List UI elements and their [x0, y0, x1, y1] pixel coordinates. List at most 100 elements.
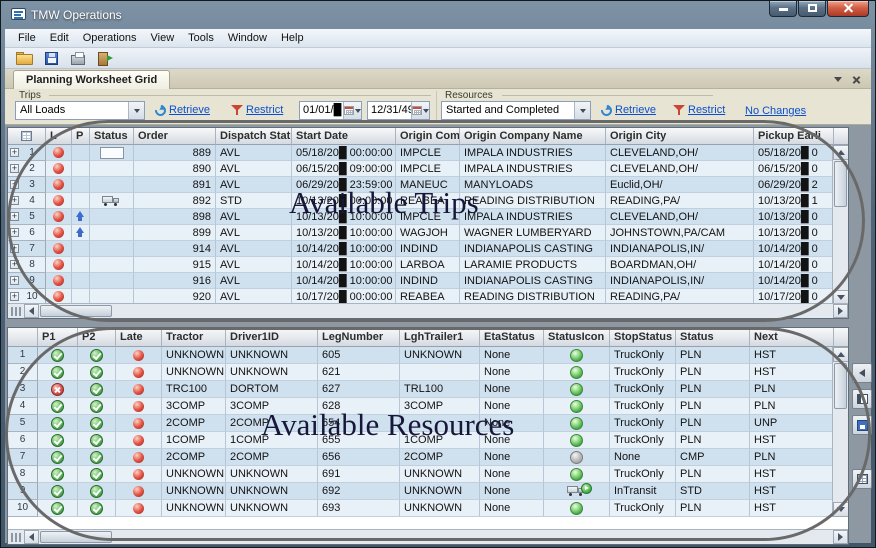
cell-pickup[interactable]: 10/13/20█ 0	[754, 209, 834, 225]
cell-status[interactable]: CMP	[676, 449, 750, 466]
column-header-status[interactable]: Status	[90, 128, 134, 145]
cell-leg[interactable]: 693	[318, 500, 400, 517]
cell-order[interactable]: 889	[134, 145, 216, 161]
cell-late[interactable]	[46, 241, 72, 257]
cell-sicon[interactable]	[544, 449, 610, 466]
expand-icon[interactable]	[10, 196, 19, 205]
cell-late[interactable]	[46, 209, 72, 225]
cell-next[interactable]: PLN	[750, 398, 834, 415]
cell-late[interactable]	[116, 432, 162, 449]
column-header-late[interactable]: Late	[116, 328, 162, 347]
cell-status[interactable]: STD	[676, 483, 750, 500]
grid-corner-cell[interactable]	[8, 128, 46, 145]
cell-priority[interactable]	[72, 273, 90, 289]
row-header[interactable]: 6	[8, 225, 46, 241]
cell-priority[interactable]	[72, 241, 90, 257]
cell-p2[interactable]	[78, 449, 116, 466]
cell-order[interactable]: 891	[134, 177, 216, 193]
cell-tractor[interactable]: 3COMP	[162, 398, 226, 415]
cell-trailer[interactable]: UNKNOWN	[400, 500, 480, 517]
cell-next[interactable]: PLN	[750, 381, 834, 398]
cell-eta[interactable]: None	[480, 347, 544, 364]
cell-eta[interactable]: None	[480, 381, 544, 398]
cell-status[interactable]: PLN	[676, 347, 750, 364]
tab-planning-worksheet-grid[interactable]: Planning Worksheet Grid	[13, 70, 170, 89]
cell-next[interactable]: HST	[750, 432, 834, 449]
cell-next[interactable]: UNP	[750, 415, 834, 432]
cell-leg[interactable]: 655	[318, 432, 400, 449]
resource-row[interactable]: 8UNKNOWNUNKNOWN691UNKNOWNNoneTruckOnlyPL…	[8, 466, 848, 483]
cell-sicon[interactable]	[544, 432, 610, 449]
cell-driver[interactable]: UNKNOWN	[226, 500, 318, 517]
scrollbar-thumb[interactable]	[834, 161, 847, 207]
cell-dispatch[interactable]: AVL	[216, 209, 292, 225]
cell-dispatch[interactable]: AVL	[216, 257, 292, 273]
cell-sicon[interactable]	[544, 381, 610, 398]
cell-tractor[interactable]: UNKNOWN	[162, 483, 226, 500]
resource-row[interactable]: 43COMP3COMP6283COMPNoneTruckOnlyPLNPLN	[8, 398, 848, 415]
cell-ocity[interactable]: INDIANAPOLIS,IN/	[606, 241, 754, 257]
cell-late[interactable]	[46, 145, 72, 161]
column-header-p2[interactable]: P2	[78, 328, 116, 347]
cell-ocity[interactable]: INDIANAPOLIS,IN/	[606, 273, 754, 289]
cell-stop[interactable]: TruckOnly	[610, 381, 676, 398]
cell-order[interactable]: 898	[134, 209, 216, 225]
cell-p2[interactable]	[78, 466, 116, 483]
cell-oname[interactable]: IMPALA INDUSTRIES	[460, 209, 606, 225]
cell-ocomp[interactable]: IMPCLE	[396, 209, 460, 225]
row-header[interactable]: 4	[8, 193, 46, 209]
cell-ocity[interactable]: CLEVELAND,OH/	[606, 161, 754, 177]
cell-eta[interactable]: None	[480, 500, 544, 517]
resource-row[interactable]: 61COMP1COMP6551COMPNoneTruckOnlyPLNHST	[8, 432, 848, 449]
row-header[interactable]: 7	[8, 449, 38, 466]
cell-priority[interactable]	[72, 225, 90, 241]
cell-priority[interactable]	[72, 193, 90, 209]
cell-status[interactable]: PLN	[676, 415, 750, 432]
cell-p2[interactable]	[78, 347, 116, 364]
scroll-up-button[interactable]	[833, 347, 849, 362]
cell-start[interactable]: 06/15/20█ 09:00:00	[292, 161, 396, 177]
row-header[interactable]: 6	[8, 432, 38, 449]
side-tool-button-2[interactable]	[852, 389, 872, 409]
cell-oname[interactable]: MANYLOADS	[460, 177, 606, 193]
scroll-up-button[interactable]	[833, 145, 849, 160]
column-header-driver1id[interactable]: Driver1ID	[226, 328, 318, 347]
column-header-order[interactable]: Order	[134, 128, 216, 145]
cell-trailer[interactable]: 2COMP	[400, 449, 480, 466]
trips-restrict-link[interactable]: Restrict	[231, 104, 283, 116]
row-header[interactable]: 2	[8, 364, 38, 381]
cell-pickup[interactable]: 10/13/20█ 0	[754, 225, 834, 241]
cell-late[interactable]	[116, 415, 162, 432]
minimize-button[interactable]	[769, 1, 797, 17]
expand-icon[interactable]	[10, 260, 19, 269]
cell-pickup[interactable]: 10/14/20█ 0	[754, 257, 834, 273]
scroll-left-button[interactable]	[24, 304, 39, 318]
cell-start[interactable]: 10/14/20█ 10:00:00	[292, 273, 396, 289]
trips-filter-dropdown-button[interactable]	[128, 102, 144, 119]
cell-next[interactable]: HST	[750, 347, 834, 364]
cell-ocomp[interactable]: IMPCLE	[396, 161, 460, 177]
cell-start[interactable]: 10/14/20█ 10:00:00	[292, 257, 396, 273]
splitter-grip[interactable]	[11, 533, 22, 542]
cell-late[interactable]	[116, 483, 162, 500]
cell-p1[interactable]	[38, 347, 78, 364]
cell-status[interactable]: PLN	[676, 466, 750, 483]
cell-ocomp[interactable]: INDIND	[396, 241, 460, 257]
cell-next[interactable]: HST	[750, 466, 834, 483]
cell-tractor[interactable]: 2COMP	[162, 415, 226, 432]
cell-p2[interactable]	[78, 364, 116, 381]
cell-ocomp[interactable]: MANEUC	[396, 177, 460, 193]
maximize-button[interactable]	[798, 1, 826, 17]
row-header[interactable]: 7	[8, 241, 46, 257]
scroll-left-button[interactable]	[24, 530, 39, 544]
cell-p1[interactable]	[38, 364, 78, 381]
cell-late[interactable]	[116, 347, 162, 364]
cell-dispatch[interactable]: AVL	[216, 145, 292, 161]
trip-row[interactable]: 9916AVL10/14/20█ 10:00:00INDINDINDIANAPO…	[8, 273, 848, 289]
expand-icon[interactable]	[10, 180, 19, 189]
cell-start[interactable]: 10/14/20█ 10:00:00	[292, 241, 396, 257]
cell-sicon[interactable]	[544, 415, 610, 432]
menu-item-operations[interactable]: Operations	[76, 30, 144, 46]
cell-status-icon[interactable]	[90, 193, 134, 209]
resources-vertical-scrollbar[interactable]	[832, 347, 848, 517]
